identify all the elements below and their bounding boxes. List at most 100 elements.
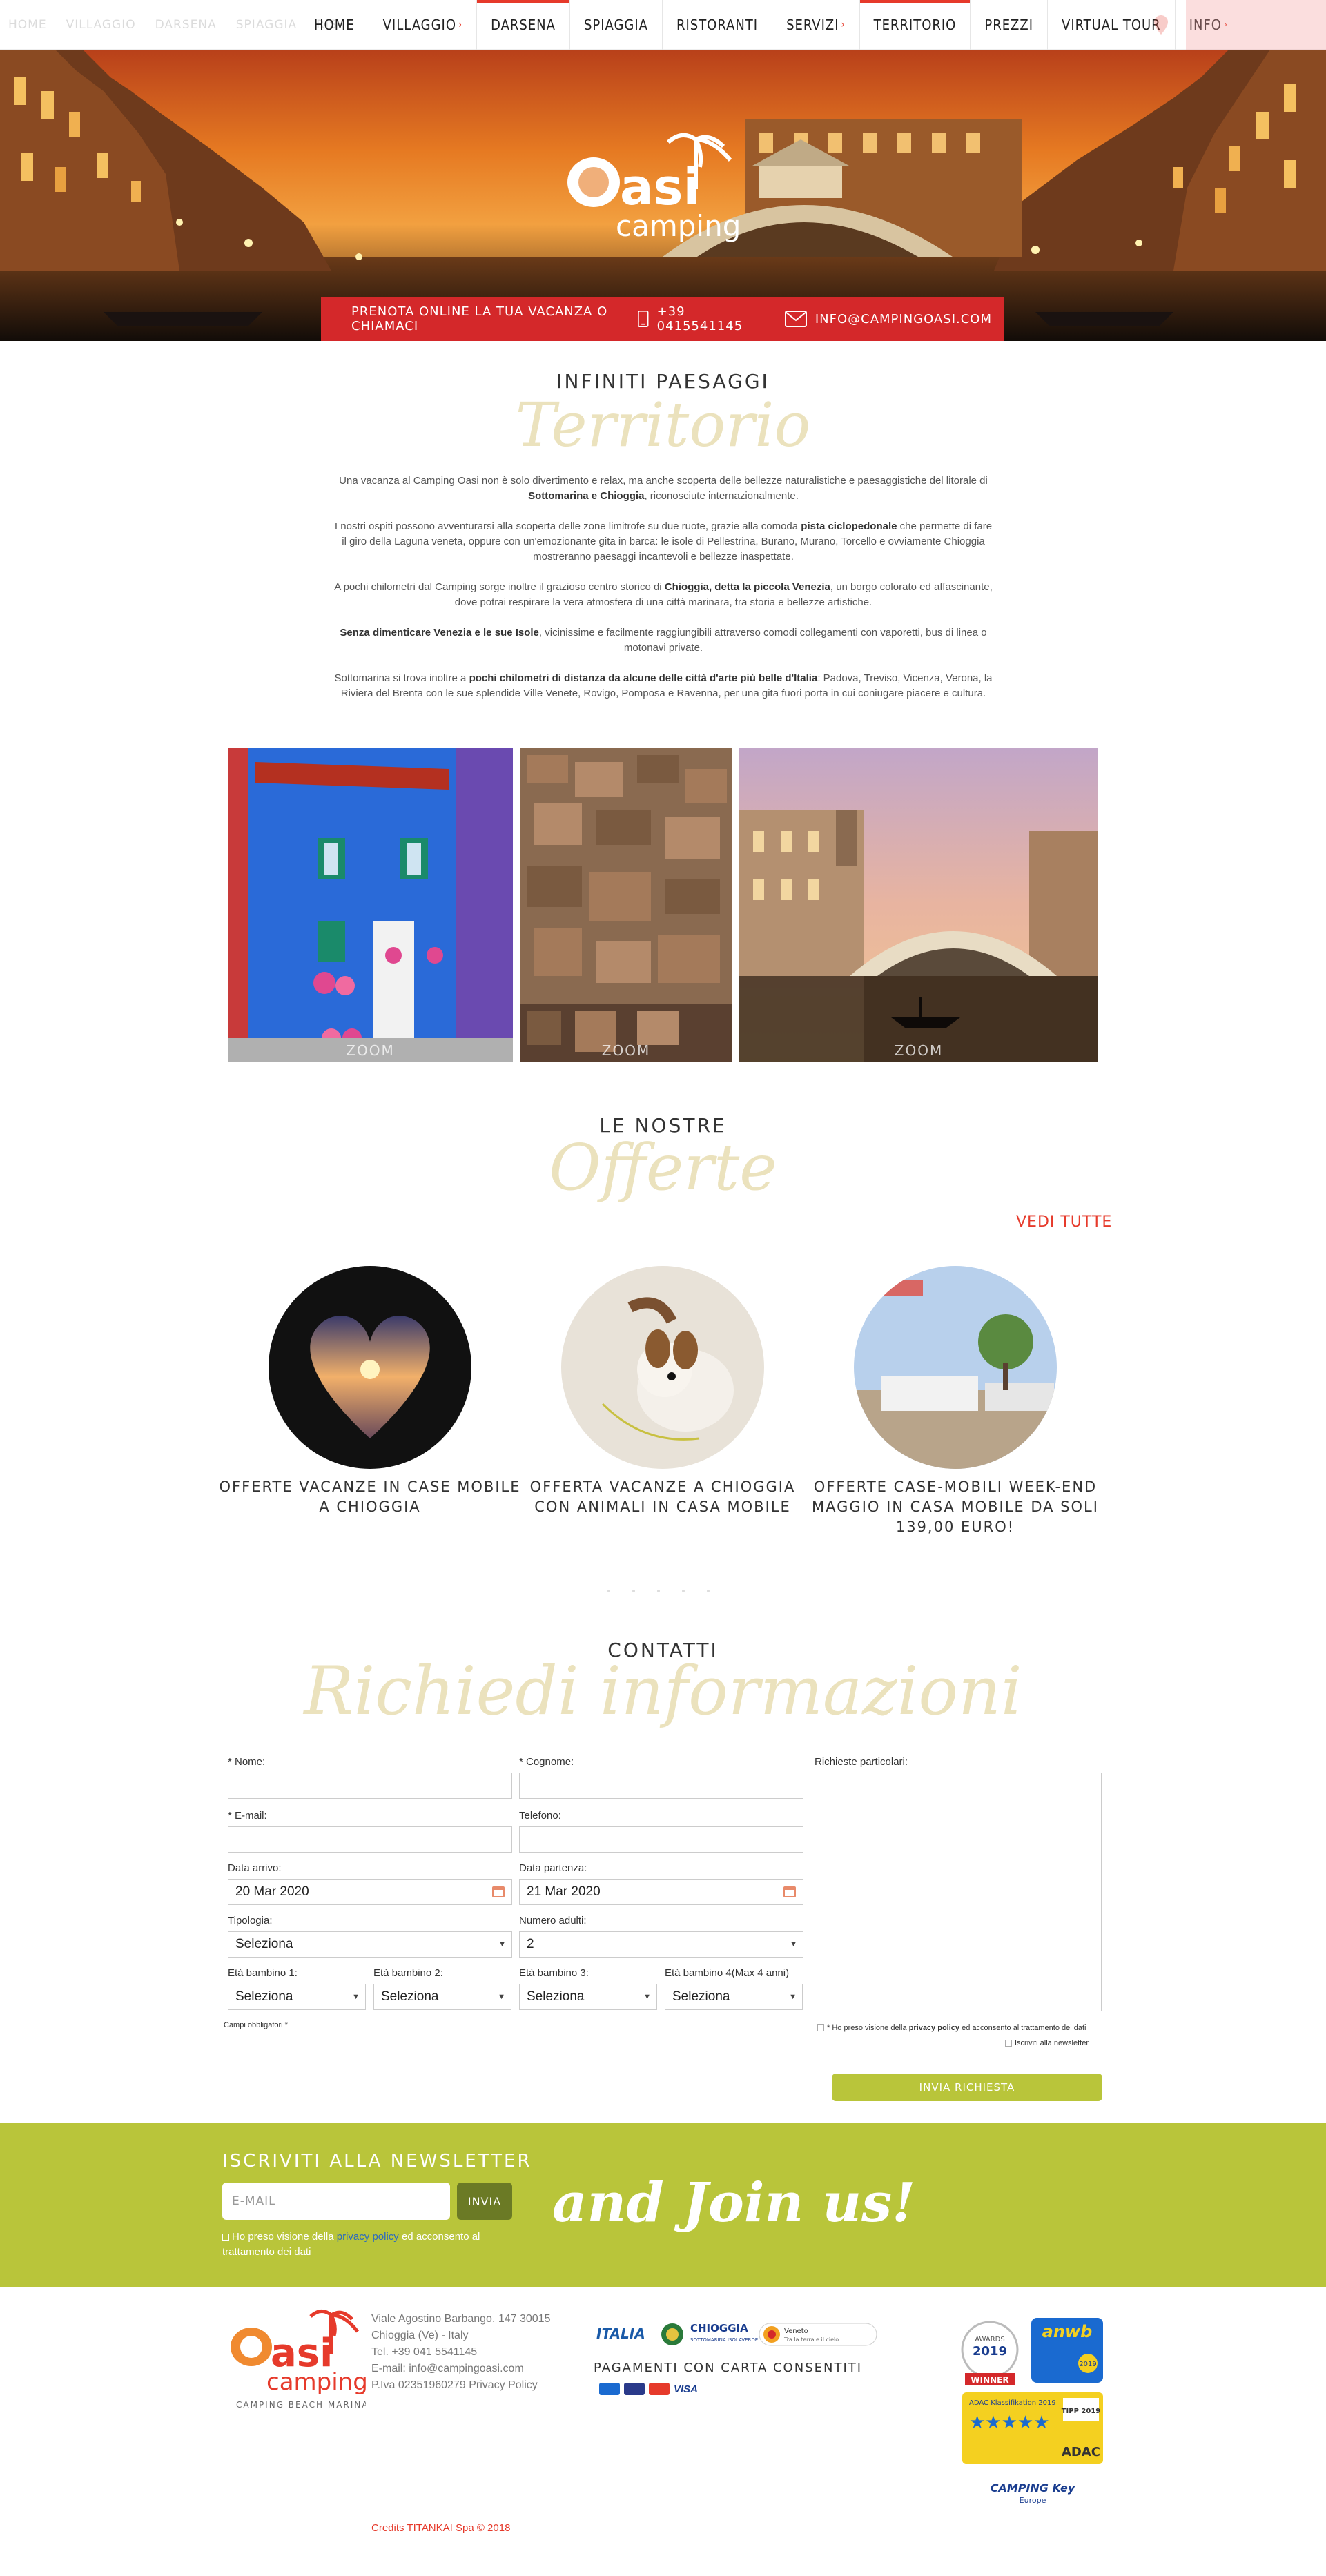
nl-privacy-prefix: Ho preso visione della (232, 2231, 334, 2243)
mastercard-blue-icon (624, 2383, 645, 2395)
bambino1-select[interactable]: Seleziona ▼ (228, 1984, 366, 2010)
zoom-label: ZOOM (894, 1042, 944, 1059)
nav-servizi[interactable]: SERVIZI › (772, 0, 859, 50)
newsletter-title: ISCRIVITI ALLA NEWSLETTER (222, 2151, 532, 2172)
cta-phone[interactable]: +39 0415541145 (625, 297, 772, 341)
nav-label: SPIAGGIA (583, 17, 648, 33)
richieste-textarea[interactable] (815, 1773, 1102, 2011)
paragraph: Sottomarina si trova inoltre a pochi chi… (334, 672, 993, 699)
vedi-tutte-link[interactable]: VEDI TUTTE (1016, 1213, 1112, 1231)
oasi-camping-logo[interactable]: asi camping (565, 133, 744, 250)
required-note: Campi obbligatori * (224, 2021, 288, 2029)
privacy-suffix: ed acconsento al trattamento dei dati (962, 2024, 1086, 2032)
cognome-field[interactable] (519, 1773, 803, 1799)
offer-title: OFFERTA VACANZE A CHIOGGIA CON ANIMALI I… (529, 1479, 796, 1515)
arrivo-date-field[interactable]: 20 Mar 2020 (228, 1879, 512, 1905)
carousel-dot[interactable] (657, 1590, 660, 1592)
privacy-link[interactable]: privacy policy (909, 2024, 959, 2032)
privacy-checkbox[interactable] (817, 2024, 824, 2032)
offer-card[interactable]: OFFERTE VACANZE IN CASE MOBILE A CHIOGGI… (218, 1266, 522, 1517)
anwb-year: 2019 (1079, 2361, 1096, 2368)
nav-spiaggia[interactable]: SPIAGGIA (569, 0, 662, 50)
carousel-dot[interactable] (707, 1590, 710, 1592)
partenza-label: Data partenza: (519, 1862, 587, 1874)
nome-field[interactable] (228, 1773, 512, 1799)
nav-ristoranti[interactable]: RISTORANTI (661, 0, 772, 50)
invia-richiesta-button[interactable]: INVIA RICHIESTA (832, 2074, 1102, 2101)
awards-badges: AWARDS 2019 WINNER anwb 2019 ADAC Klassi… (961, 2318, 1103, 2505)
offer-card[interactable]: OFFERTA VACANZE A CHIOGGIA CON ANIMALI I… (511, 1266, 815, 1517)
calendar-icon[interactable] (492, 1886, 505, 1897)
join-us-script: and Join us! (552, 2172, 916, 2234)
nl-privacy-link[interactable]: privacy policy (337, 2231, 399, 2243)
privacy-consent: * Ho preso visione della privacy policy … (817, 2024, 1086, 2032)
veneto-sub: Tra la terra e il cielo (783, 2336, 839, 2343)
newsletter-email-input[interactable]: E-MAIL (222, 2183, 450, 2220)
caret-right-icon: › (841, 19, 846, 30)
newsletter-check-label: Iscriviti alla newsletter (1015, 2039, 1089, 2047)
paragraph: I nostri ospiti possono avventurarsi all… (334, 520, 993, 563)
bambino3-value: Seleziona (527, 1989, 585, 2004)
main-menu: HOME VILLAGGIO › DARSENA SPIAGGIA RISTORA… (300, 0, 1243, 50)
credits[interactable]: Credits TITANKAI Spa © 2018 (371, 2522, 510, 2534)
adulti-select[interactable]: 2 ▼ (519, 1931, 803, 1958)
footer-address: Viale Agostino Barbango, 147 30015 Chiog… (371, 2311, 550, 2394)
footer-privacy-link[interactable]: Privacy Policy (469, 2379, 538, 2391)
bambino2-select[interactable]: Seleziona ▼ (373, 1984, 511, 2010)
photo-burano-house[interactable]: ZOOM (228, 748, 513, 1062)
carousel-dots (607, 1590, 710, 1592)
offer-title: OFFERTE VACANZE IN CASE MOBILE A CHIOGGI… (219, 1479, 521, 1515)
dropdown-arrow-icon: ▼ (352, 1993, 360, 2001)
photo-chioggia-aerial[interactable]: ZOOM (520, 748, 732, 1062)
partenza-date-field[interactable]: 21 Mar 2020 (519, 1879, 803, 1905)
nav-label: DARSENA (491, 17, 556, 33)
zoom-label: ZOOM (346, 1042, 395, 1059)
privacy-prefix: * Ho preso visione della (827, 2024, 907, 2032)
location-pin-icon[interactable] (1154, 15, 1168, 35)
veneto-logo: Veneto (784, 2328, 808, 2335)
footer-logo-camping: camping (266, 2368, 366, 2396)
tipologia-select[interactable]: Seleziona ▼ (228, 1931, 512, 1958)
newsletter-checkbox[interactable] (1005, 2040, 1012, 2047)
nav-prezzi[interactable]: PREZZI (970, 0, 1047, 50)
paragraph: Una vacanza al Camping Oasi non è solo d… (339, 475, 988, 502)
partner-logos: ITALIA CHIOGGIA SOTTOMARINA ISOLAVERDE V… (596, 2322, 877, 2346)
award-year: 2019 (973, 2344, 1007, 2359)
nav-darsena[interactable]: DARSENA (476, 0, 569, 50)
territorio-description: Una vacanza al Camping Oasi non è solo d… (331, 474, 995, 716)
email-field[interactable] (228, 1826, 512, 1853)
carousel-dot[interactable] (607, 1590, 610, 1592)
bambino3-select[interactable]: Seleziona ▼ (519, 1984, 657, 2010)
award-winner: WINNER (971, 2375, 1008, 2385)
newsletter-submit-button[interactable]: INVIA (457, 2183, 512, 2220)
cta-email[interactable]: INFO@CAMPINGOASI.COM (771, 297, 1004, 341)
nav-villaggio[interactable]: VILLAGGIO › (368, 0, 476, 50)
calendar-icon[interactable] (783, 1886, 796, 1897)
award-label: AWARDS (975, 2336, 1004, 2343)
carousel-dot[interactable] (682, 1590, 685, 1592)
carousel-dot[interactable] (632, 1590, 635, 1592)
cognome-label: * Cognome: (519, 1756, 574, 1768)
bambino2-value: Seleziona (381, 1989, 439, 2004)
offer-card[interactable]: OFFERTE CASE-MOBILI WEEK-END MAGGIO IN C… (803, 1266, 1107, 1537)
italia-logo: ITALIA (596, 2325, 645, 2342)
bambino4-select[interactable]: Seleziona ▼ (665, 1984, 803, 2010)
nav-home[interactable]: HOME (300, 0, 369, 50)
booking-button-ghost[interactable] (1186, 0, 1326, 50)
arrivo-label: Data arrivo: (228, 1862, 282, 1874)
nav-faded-ghost: HOME VILLAGGIO DARSENA SPIAGGIA RIS (8, 0, 338, 50)
address-line: Tel. +39 041 5541145 (371, 2346, 478, 2358)
telefono-field[interactable] (519, 1826, 803, 1853)
dropdown-arrow-icon: ▼ (498, 1940, 506, 1949)
newsletter-privacy-checkbox[interactable] (222, 2234, 229, 2241)
newsletter-section: ISCRIVITI ALLA NEWSLETTER E-MAIL INVIA H… (0, 2123, 1326, 2287)
nav-territorio[interactable]: TERRITORIO (859, 0, 971, 50)
zoom-label: ZOOM (601, 1042, 651, 1059)
logo-text-camping: camping (616, 209, 741, 243)
territorio-script-title: Territorio (515, 389, 811, 460)
phone-number: +39 0415541145 (656, 304, 743, 333)
caret-right-icon: › (458, 19, 463, 30)
address-line: Viale Agostino Barbango, 147 30015 (371, 2313, 551, 2325)
photo-venezia-rialto[interactable]: ZOOM (739, 748, 1098, 1062)
footer-oasi-logo[interactable]: asi camping CAMPING BEACH MARINA (228, 2308, 366, 2412)
